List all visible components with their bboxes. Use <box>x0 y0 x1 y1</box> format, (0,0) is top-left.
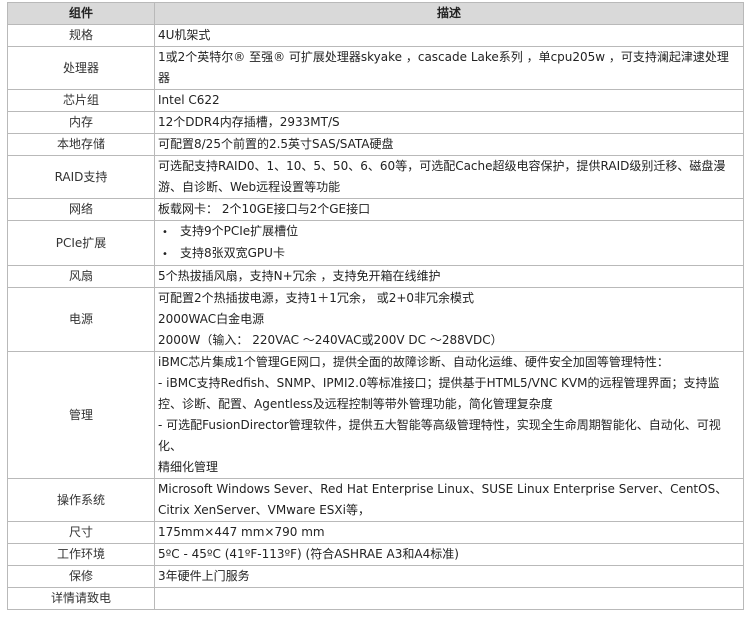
row-description: 5个热拔插风扇，支持N+冗余 ，支持免开箱在线维护 <box>154 265 744 288</box>
row-description: 可配置2个热插拔电源，支持1＋1冗余， 或2+0非冗余模式 2000WAC白金电源… <box>154 287 744 352</box>
row-description: 板载网卡： 2个10GE接口与2个GE接口 <box>154 198 744 221</box>
description-line: 1或2个英特尔® 至强® 可扩展处理器skyake ，cascade Lake系… <box>158 50 729 85</box>
table-row: 芯片组 Intel C622 <box>7 89 744 112</box>
bullet-icon: • <box>162 249 168 260</box>
description-line: - 可选配FusionDirector管理软件，提供五大智能等高级管理特性，实现… <box>158 418 721 453</box>
table-row: 保修 3年硬件上门服务 <box>7 565 744 588</box>
row-description: 5ºC - 45ºC (41ºF-113ºF) (符合ASHRAE A3和A4标… <box>154 543 744 566</box>
row-description: 可选配支持RAID0、1、10、5、50、6、60等，可选配Cache超级电容保… <box>154 155 744 199</box>
table-row: 电源 可配置2个热插拔电源，支持1＋1冗余， 或2+0非冗余模式 2000WAC白金… <box>7 287 744 352</box>
table-row: 内存 12个DDR4内存插槽，2933MT/S <box>7 111 744 134</box>
description-line: Microsoft Windows Sever、Red Hat Enterpri… <box>158 482 728 517</box>
description-line: 5个热拔插风扇，支持N+冗余 ，支持免开箱在线维护 <box>158 269 441 283</box>
row-label: 工作环境 <box>7 543 155 566</box>
bullet-text: 支持8张双宽GPU卡 <box>180 246 285 260</box>
description-line: 5ºC - 45ºC (41ºF-113ºF) (符合ASHRAE A3和A4标… <box>158 547 459 561</box>
table-row: 详情请致电 <box>7 587 744 610</box>
table-row: 处理器 1或2个英特尔® 至强® 可扩展处理器skyake ，cascade La… <box>7 46 744 90</box>
row-description: Intel C622 <box>154 89 744 112</box>
row-label: 风扇 <box>7 265 155 288</box>
description-line: 可配置2个热插拔电源，支持1＋1冗余， 或2+0非冗余模式 <box>158 291 475 305</box>
table-row: 尺寸 175mm×447 mm×790 mm <box>7 521 744 544</box>
row-label: 处理器 <box>7 46 155 90</box>
table-row: 操作系统 Microsoft Windows Sever、Red Hat Ente… <box>7 478 744 522</box>
row-description: 175mm×447 mm×790 mm <box>154 521 744 544</box>
header-component: 组件 <box>7 2 155 25</box>
bullet-item: • 支持9个PCIe扩展槽位 <box>158 221 740 243</box>
table-header-row: 组件 描述 <box>7 2 744 25</box>
row-label: 芯片组 <box>7 89 155 112</box>
description-line: iBMC芯片集成1个管理GE网口，提供全面的故障诊断、自动化运维、硬件安全加固等… <box>158 355 669 369</box>
table-row: 本地存储 可配置8/25个前置的2.5英寸SAS/SATA硬盘 <box>7 133 744 156</box>
spec-table: 组件 描述 规格 4U机架式 处理器 1或2个英特尔® 至强® 可扩展处理器skyak… <box>7 2 744 610</box>
spec-table-wrapper: 组件 描述 规格 4U机架式 处理器 1或2个英特尔® 至强® 可扩展处理器skyak… <box>7 2 744 610</box>
row-description: iBMC芯片集成1个管理GE网口，提供全面的故障诊断、自动化运维、硬件安全加固等… <box>154 351 744 479</box>
description-line: 精细化管理 <box>158 460 219 474</box>
table-row: 网络 板载网卡： 2个10GE接口与2个GE接口 <box>7 198 744 221</box>
bullet-item: • 支持8张双宽GPU卡 <box>158 243 740 265</box>
row-description: 12个DDR4内存插槽，2933MT/S <box>154 111 744 134</box>
description-line: 可配置8/25个前置的2.5英寸SAS/SATA硬盘 <box>158 137 394 151</box>
row-description: 3年硬件上门服务 <box>154 565 744 588</box>
row-label: PCIe扩展 <box>7 220 155 266</box>
row-label: 管理 <box>7 351 155 479</box>
row-description: Microsoft Windows Sever、Red Hat Enterpri… <box>154 478 744 522</box>
row-label: 保修 <box>7 565 155 588</box>
row-label: 网络 <box>7 198 155 221</box>
row-label: 内存 <box>7 111 155 134</box>
bullet-text: 支持9个PCIe扩展槽位 <box>180 224 299 238</box>
row-label: RAID支持 <box>7 155 155 199</box>
row-label: 详情请致电 <box>7 587 155 610</box>
description-line: 3年硬件上门服务 <box>158 569 250 583</box>
table-row: RAID支持 可选配支持RAID0、1、10、5、50、6、60等，可选配Cach… <box>7 155 744 199</box>
description-line: 2000W（输入： 220VAC ～240VAC或200V DC ～288VDC… <box>158 333 503 347</box>
table-row: 风扇 5个热拔插风扇，支持N+冗余 ，支持免开箱在线维护 <box>7 265 744 288</box>
row-description <box>154 587 744 610</box>
row-label: 本地存储 <box>7 133 155 156</box>
description-line: 2000WAC白金电源 <box>158 312 265 326</box>
row-description: • 支持9个PCIe扩展槽位 • 支持8张双宽GPU卡 <box>154 220 744 266</box>
row-description: 1或2个英特尔® 至强® 可扩展处理器skyake ，cascade Lake系… <box>154 46 744 90</box>
description-line: 板载网卡： 2个10GE接口与2个GE接口 <box>158 202 371 216</box>
header-description: 描述 <box>154 2 744 25</box>
table-row: PCIe扩展 • 支持9个PCIe扩展槽位 • 支持8张双宽GPU卡 <box>7 220 744 266</box>
description-line: Intel C622 <box>158 93 220 107</box>
description-line: - iBMC支持Redfish、SNMP、IPMI2.0等标准接口；提供基于HT… <box>158 376 720 411</box>
description-line: 12个DDR4内存插槽，2933MT/S <box>158 115 340 129</box>
description-line: 4U机架式 <box>158 28 211 42</box>
description-line: 可选配支持RAID0、1、10、5、50、6、60等，可选配Cache超级电容保… <box>158 159 726 194</box>
row-label: 尺寸 <box>7 521 155 544</box>
description-line: 175mm×447 mm×790 mm <box>158 525 325 539</box>
table-row: 工作环境 5ºC - 45ºC (41ºF-113ºF) (符合ASHRAE A3… <box>7 543 744 566</box>
row-description: 可配置8/25个前置的2.5英寸SAS/SATA硬盘 <box>154 133 744 156</box>
row-description: 4U机架式 <box>154 24 744 47</box>
row-label: 操作系统 <box>7 478 155 522</box>
table-body: 规格 4U机架式 处理器 1或2个英特尔® 至强® 可扩展处理器skyake ，cas… <box>7 24 744 610</box>
bullet-icon: • <box>162 227 168 238</box>
table-row: 规格 4U机架式 <box>7 24 744 47</box>
row-label: 规格 <box>7 24 155 47</box>
row-label: 电源 <box>7 287 155 352</box>
table-row: 管理 iBMC芯片集成1个管理GE网口，提供全面的故障诊断、自动化运维、硬件安全加… <box>7 351 744 479</box>
